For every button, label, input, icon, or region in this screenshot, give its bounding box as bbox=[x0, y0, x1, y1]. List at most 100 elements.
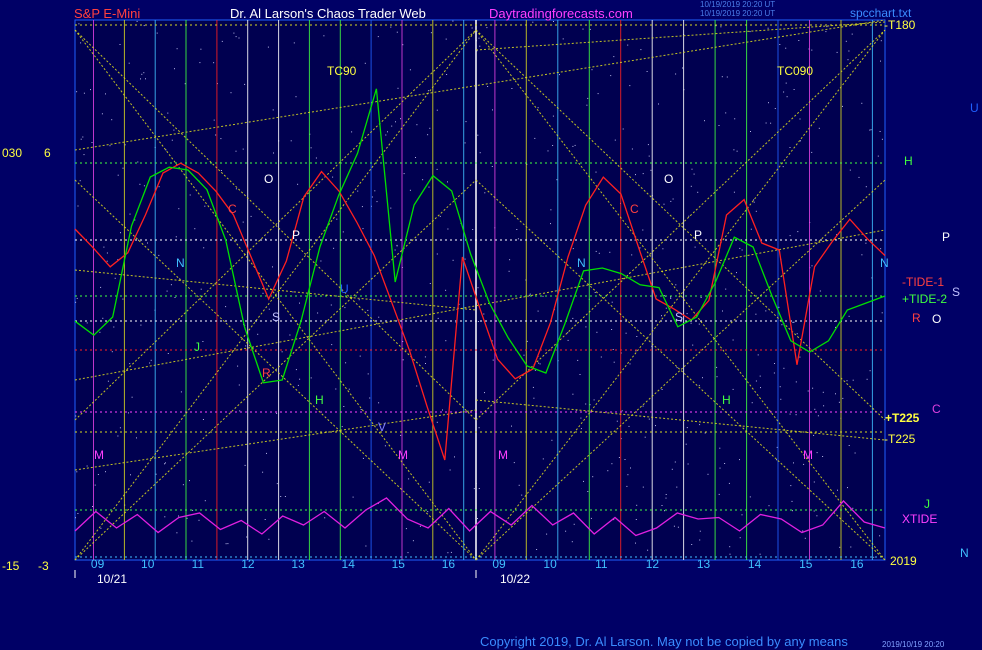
star-dot bbox=[359, 355, 361, 357]
star-dot bbox=[534, 369, 536, 371]
star-dot bbox=[627, 474, 629, 476]
star-dot bbox=[750, 131, 751, 132]
star-dot bbox=[273, 152, 274, 154]
star-dot bbox=[171, 139, 173, 141]
star-dot bbox=[180, 391, 182, 393]
hour-tick-label: 13 bbox=[697, 557, 711, 571]
star-dot bbox=[76, 471, 78, 473]
star-dot bbox=[452, 20, 454, 22]
star-dot bbox=[753, 201, 755, 203]
star-dot bbox=[297, 183, 299, 185]
star-dot bbox=[858, 176, 860, 178]
star-dot bbox=[437, 317, 439, 319]
star-dot bbox=[550, 223, 551, 225]
star-dot bbox=[572, 393, 574, 395]
star-dot bbox=[698, 323, 700, 325]
star-dot bbox=[111, 119, 113, 121]
star-dot bbox=[397, 87, 399, 89]
star-dot bbox=[795, 381, 797, 383]
star-dot bbox=[673, 525, 675, 527]
star-dot bbox=[614, 139, 616, 141]
star-dot bbox=[580, 428, 582, 430]
star-dot bbox=[293, 42, 295, 44]
star-dot bbox=[178, 515, 179, 517]
star-dot bbox=[661, 389, 663, 390]
author-title: Dr. Al Larson's Chaos Trader Web bbox=[230, 6, 426, 21]
star-dot bbox=[452, 259, 454, 261]
star-dot bbox=[429, 127, 431, 129]
star-dot bbox=[225, 543, 227, 545]
star-dot bbox=[220, 170, 222, 171]
star-dot bbox=[755, 313, 757, 315]
star-dot bbox=[106, 260, 108, 262]
star-dot bbox=[478, 427, 480, 429]
star-dot bbox=[817, 415, 819, 417]
star-dot bbox=[445, 289, 447, 291]
star-dot bbox=[341, 426, 343, 428]
star-dot bbox=[734, 118, 736, 120]
star-dot bbox=[173, 129, 175, 131]
star-dot bbox=[407, 552, 409, 554]
star-dot bbox=[464, 142, 466, 144]
star-dot bbox=[473, 488, 475, 490]
star-dot bbox=[822, 391, 824, 393]
star-dot bbox=[846, 380, 848, 382]
star-dot bbox=[880, 40, 882, 42]
star-dot bbox=[635, 519, 637, 520]
star-dot bbox=[847, 59, 849, 61]
star-dot bbox=[796, 333, 798, 335]
label-c: C bbox=[932, 402, 941, 416]
star-dot bbox=[552, 145, 554, 146]
chaos-chart: 09 10 11 12 13 14 15 16 09 10 11 12 13 14 15 16 10/21 10/… bbox=[74, 19, 886, 586]
star-dot bbox=[757, 354, 759, 356]
scale-upper: 6 bbox=[44, 146, 51, 160]
left-s: S bbox=[272, 310, 281, 324]
star-dot bbox=[307, 238, 309, 240]
star-dot bbox=[117, 435, 119, 437]
star-dot bbox=[484, 192, 486, 194]
star-dot bbox=[429, 283, 431, 284]
star-dot bbox=[636, 336, 638, 337]
star-dot bbox=[136, 20, 138, 22]
star-dot bbox=[150, 359, 152, 361]
star-dot bbox=[567, 339, 569, 341]
star-dot bbox=[102, 317, 104, 319]
star-dot bbox=[128, 412, 129, 414]
star-dot bbox=[636, 504, 638, 506]
hour-tick-label: 16 bbox=[442, 557, 456, 571]
star-dot bbox=[702, 377, 703, 379]
star-dot bbox=[280, 496, 282, 497]
star-dot bbox=[850, 546, 852, 548]
star-dot bbox=[436, 168, 438, 170]
star-dot bbox=[551, 439, 553, 441]
star-dot bbox=[344, 307, 346, 309]
star-dot bbox=[377, 36, 379, 38]
star-dot bbox=[793, 462, 794, 464]
star-dot bbox=[865, 186, 867, 188]
hour-tick-label: 14 bbox=[748, 557, 762, 571]
star-dot bbox=[613, 361, 615, 363]
hour-tick-label: 14 bbox=[342, 557, 356, 571]
hour-tick-label: 15 bbox=[392, 557, 406, 571]
star-dot bbox=[861, 102, 863, 104]
star-dot bbox=[109, 145, 111, 147]
star-dot bbox=[778, 306, 780, 308]
star-dot bbox=[427, 511, 429, 513]
star-dot bbox=[376, 201, 378, 203]
left-h: H bbox=[315, 393, 324, 407]
star-dot bbox=[492, 109, 493, 111]
star-dot bbox=[729, 546, 731, 548]
star-dot bbox=[221, 40, 223, 42]
star-dot bbox=[492, 359, 494, 361]
star-dot bbox=[825, 31, 827, 33]
star-dot bbox=[546, 533, 548, 535]
star-dot bbox=[262, 471, 264, 473]
star-dot bbox=[682, 67, 683, 69]
star-dot bbox=[755, 380, 757, 382]
star-dot bbox=[655, 425, 656, 427]
site-link[interactable]: Daytradingforecasts.com bbox=[489, 6, 633, 21]
star-dot bbox=[189, 194, 191, 196]
star-dot bbox=[751, 402, 753, 404]
star-dot bbox=[202, 341, 204, 342]
star-dot bbox=[310, 377, 312, 379]
